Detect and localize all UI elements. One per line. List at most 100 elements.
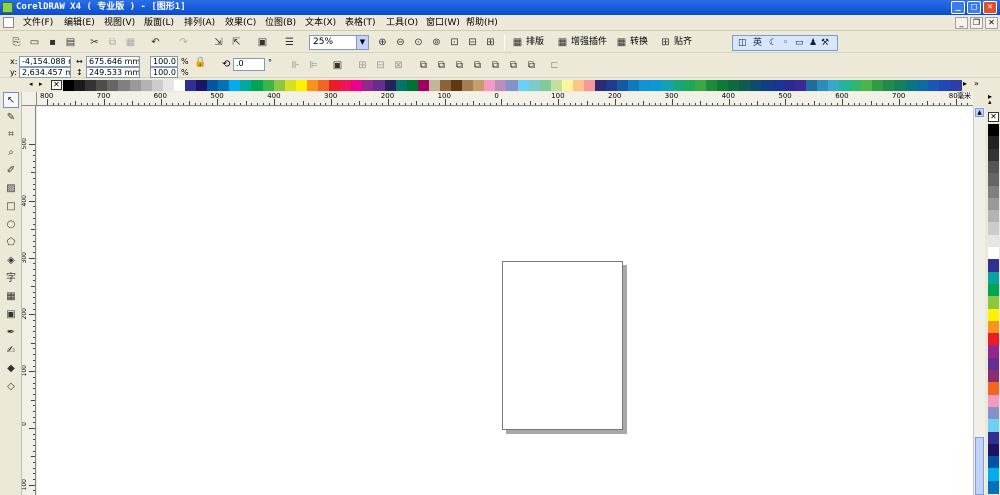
- palette-swatch[interactable]: [988, 124, 999, 137]
- menu-edit[interactable]: 编辑(E): [64, 17, 95, 29]
- copy-icon[interactable]: ⧉: [106, 36, 119, 49]
- zoom-in-icon[interactable]: ⊕: [376, 36, 389, 49]
- palette-swatch[interactable]: [988, 222, 999, 236]
- palette-swatch[interactable]: [988, 370, 999, 383]
- shape-tool-icon[interactable]: ✎: [3, 110, 19, 126]
- ungroup-icon[interactable]: ⊟: [374, 59, 387, 72]
- cut-icon[interactable]: ✂: [88, 36, 101, 49]
- no-fill-swatch[interactable]: ✕: [51, 80, 62, 90]
- back-minus-front-icon[interactable]: ⧉: [525, 59, 538, 72]
- palette-swatch[interactable]: [988, 197, 999, 211]
- palette-scroll-right-icon[interactable]: ▸: [963, 79, 967, 88]
- menu-help[interactable]: 帮助(H): [466, 17, 498, 29]
- palette-swatch[interactable]: [988, 283, 999, 297]
- palette-swatch[interactable]: [988, 406, 999, 420]
- palette-swatch[interactable]: [949, 80, 962, 91]
- palette-swatch[interactable]: [988, 210, 999, 224]
- smart-fill-tool-icon[interactable]: ▨: [3, 181, 19, 197]
- maximize-button[interactable]: □: [967, 1, 981, 14]
- menu-view[interactable]: 视图(V): [104, 17, 135, 29]
- palette-swatch[interactable]: [988, 394, 999, 408]
- ime-icon[interactable]: ◫: [738, 36, 747, 50]
- undo-icon[interactable]: ↶: [149, 36, 162, 49]
- group-icon[interactable]: ⊞: [356, 59, 369, 72]
- zoom-all-objects-icon[interactable]: ⊚: [430, 36, 443, 49]
- table-tool-icon[interactable]: ▦: [3, 289, 19, 305]
- paste-icon[interactable]: ▦: [124, 36, 137, 49]
- wrench-icon[interactable]: ⚒: [821, 36, 829, 50]
- zoom-width-icon[interactable]: ⊟: [466, 36, 479, 49]
- ruler-origin[interactable]: [22, 92, 37, 106]
- rectangle-tool-icon[interactable]: □: [3, 199, 19, 215]
- menu-file[interactable]: 文件(F): [23, 17, 53, 29]
- width-field[interactable]: 675.646 mm: [86, 56, 140, 67]
- punctuation-icon[interactable]: ◦: [783, 36, 788, 50]
- vertical-scrollbar[interactable]: ▲: [973, 107, 985, 495]
- palette-swatch[interactable]: [988, 419, 999, 433]
- menu-tools[interactable]: 工具(O): [386, 17, 418, 29]
- typeset-icon[interactable]: ▦: [511, 36, 524, 49]
- minimize-button[interactable]: _: [951, 1, 965, 14]
- front-minus-back-icon[interactable]: ⧉: [507, 59, 520, 72]
- palette-swatch[interactable]: [988, 160, 999, 174]
- palette-expand-icon[interactable]: »: [974, 79, 979, 88]
- palette-swatch[interactable]: [988, 247, 999, 260]
- doc-restore-button[interactable]: ❐: [970, 17, 983, 29]
- mirror-vertical-icon[interactable]: ⊫: [307, 59, 320, 72]
- menu-arrange[interactable]: 排列(A): [184, 17, 215, 29]
- print-icon[interactable]: ▤: [64, 36, 77, 49]
- palette-swatch[interactable]: [988, 296, 999, 310]
- vpalette-no-fill-swatch[interactable]: ✕: [988, 112, 999, 122]
- palette-swatch[interactable]: [988, 173, 999, 187]
- basic-shapes-tool-icon[interactable]: ◈: [3, 253, 19, 269]
- palette-swatch[interactable]: [988, 185, 999, 199]
- new-document-icon[interactable]: ⎘: [10, 36, 23, 49]
- redo-icon[interactable]: ↷: [177, 36, 190, 49]
- palette-swatch[interactable]: [988, 345, 999, 359]
- combine-icon[interactable]: ⧉: [417, 59, 430, 72]
- palette-swatch[interactable]: [988, 234, 999, 248]
- palette-swatch[interactable]: [988, 308, 999, 322]
- ungroup-all-icon[interactable]: ⊠: [392, 59, 405, 72]
- x-position-field[interactable]: -4,154.088 mm: [19, 56, 71, 67]
- vpalette-scroll-up-icon[interactable]: ▴: [988, 98, 992, 106]
- text-tool-icon[interactable]: 字: [3, 271, 19, 287]
- zoom-level-select[interactable]: 25% ▼: [309, 35, 369, 50]
- moon-icon[interactable]: ☾: [769, 36, 777, 50]
- palette-swatch[interactable]: [988, 443, 999, 457]
- fill-tool-icon[interactable]: ◆: [3, 361, 19, 377]
- height-field[interactable]: 249.533 mm: [86, 67, 140, 78]
- snap-button[interactable]: 贴齐: [674, 36, 692, 48]
- align-distribute-icon[interactable]: ▣: [331, 59, 344, 72]
- convert-button[interactable]: 转换: [630, 36, 648, 48]
- menu-bitmaps[interactable]: 位图(B): [265, 17, 296, 29]
- y-position-field[interactable]: 2,634.457 mm: [19, 67, 71, 78]
- convert-icon[interactable]: ▦: [615, 36, 628, 49]
- crop-tool-icon[interactable]: ⌗: [3, 127, 19, 143]
- close-button[interactable]: ✕: [983, 1, 997, 14]
- application-launcher-icon[interactable]: ▣: [256, 36, 269, 49]
- export-icon[interactable]: ⇱: [230, 36, 243, 49]
- zoom-tool-icon[interactable]: ⌕: [3, 145, 19, 161]
- vertical-ruler[interactable]: 500 400 300 200 100 0 100: [22, 106, 36, 495]
- pick-tool-icon[interactable]: ↖: [3, 92, 19, 108]
- palette-swatch[interactable]: [988, 320, 999, 334]
- save-icon[interactable]: ▪: [46, 36, 59, 49]
- keyboard-icon[interactable]: ▭: [795, 36, 804, 50]
- zoom-out-icon[interactable]: ⊖: [394, 36, 407, 49]
- palette-scroll-left-icon[interactable]: ◂: [29, 80, 33, 88]
- palette-swatch[interactable]: [988, 382, 999, 396]
- menu-text[interactable]: 文本(X): [305, 17, 336, 29]
- menu-effects[interactable]: 效果(C): [225, 17, 256, 29]
- menu-window[interactable]: 窗口(W): [426, 17, 460, 29]
- palette-swatch[interactable]: [988, 431, 999, 445]
- rotation-field[interactable]: .0: [233, 58, 265, 71]
- ellipse-tool-icon[interactable]: ○: [3, 217, 19, 233]
- palette-swatch[interactable]: [988, 333, 999, 347]
- enhance-plugin-icon[interactable]: ▦: [556, 36, 569, 49]
- interactive-fill-tool-icon[interactable]: ◇: [3, 379, 19, 395]
- open-icon[interactable]: ▭: [28, 36, 41, 49]
- intersect-icon[interactable]: ⧉: [471, 59, 484, 72]
- palette-swatch[interactable]: [988, 271, 999, 285]
- interactive-blend-tool-icon[interactable]: ▣: [3, 307, 19, 323]
